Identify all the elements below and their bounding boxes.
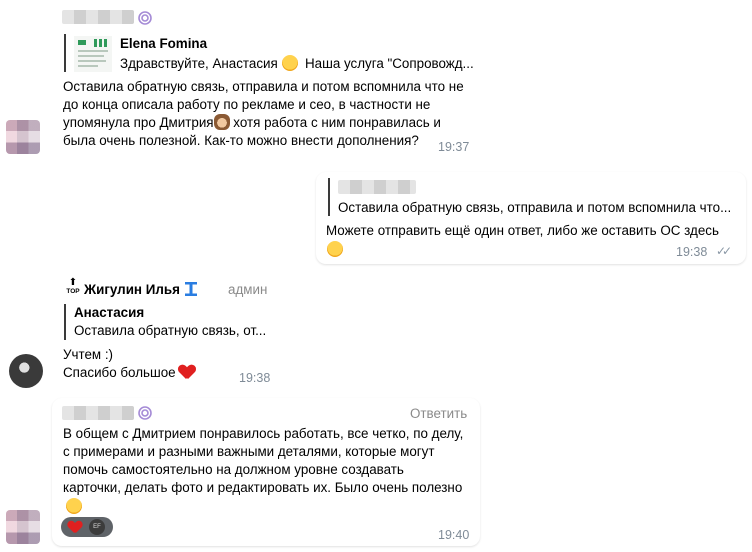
smile-emoji-icon: [281, 55, 298, 71]
reply-quote[interactable]: Оставила обратную связь, отправила и пот…: [328, 178, 731, 216]
message-time: 19:40: [438, 528, 470, 542]
message-time: 19:38: [676, 245, 708, 259]
message-text-line: Можете отправить ещё один ответ, либо же…: [326, 223, 719, 238]
message-bubble[interactable]: ⬆ TOP Жигулин Илья админ Анастасия Остав…: [52, 276, 280, 388]
heart-icon: [68, 521, 82, 534]
message-text-line: В общем с Дмитрием понравилось работать,…: [63, 426, 464, 441]
reply-author-blurred: [338, 180, 416, 194]
top-badge: ⬆ TOP: [66, 277, 80, 296]
message-text-line: до конца описала работу по рекламе и сео…: [63, 97, 431, 112]
reaction-chip[interactable]: EF: [61, 517, 113, 537]
message-bubble-outgoing[interactable]: Оставила обратную связь, отправила и пот…: [316, 172, 746, 264]
message-bubble[interactable]: Elena Fomina Здравствуйте, Анастасия Наш…: [52, 28, 480, 156]
message-text-line: Оставила обратную связь, отправила и пот…: [63, 79, 464, 94]
message-bubble[interactable]: Ответить В общем с Дмитрием понравилось …: [52, 398, 480, 546]
avatar[interactable]: [6, 120, 40, 154]
author-name[interactable]: Жигулин Илья: [84, 282, 180, 297]
reply-snippet: Оставила обратную связь, от...: [74, 323, 267, 338]
read-ticks-icon: ✓✓: [716, 244, 732, 258]
message-text-line: помочь самостоятельно на должном уровне …: [63, 462, 404, 477]
message-text-line: Учтем :): [63, 347, 114, 362]
reply-author: Анастасия: [74, 305, 145, 320]
relieved-emoji-icon: [66, 498, 82, 514]
message-time: 19:37: [438, 140, 470, 154]
sender-name-blurred[interactable]: [62, 406, 134, 420]
message-text-line: Спасибо большое: [63, 364, 195, 382]
reply-snippet: Здравствуйте, Анастасия Наша услуга "Соп…: [120, 55, 474, 71]
message-text-line: с примерами и разными важными деталями, …: [63, 444, 435, 459]
avatar[interactable]: [6, 510, 40, 544]
message-text-line: упомянула про Дмитрия хотя работа с ним …: [63, 114, 441, 130]
relieved-emoji-icon: [327, 241, 343, 257]
sender-name-blurred[interactable]: [62, 10, 134, 24]
message-time: 19:38: [239, 371, 271, 385]
spiral-icon: [138, 406, 152, 420]
message-text-line: карточки, делать фото и редактировать их…: [63, 480, 463, 495]
reply-quote[interactable]: Анастасия Оставила обратную связь, от...: [64, 304, 266, 340]
reply-thumbnail: [74, 36, 112, 72]
avatar[interactable]: [9, 354, 43, 388]
reply-button[interactable]: Ответить: [410, 406, 467, 421]
arrow-up-icon: ⬆: [68, 277, 78, 288]
reaction-avatar: EF: [89, 519, 105, 535]
reply-author: Elena Fomina: [120, 36, 208, 51]
role-badge: админ: [228, 282, 268, 297]
reply-quote[interactable]: Elena Fomina Здравствуйте, Анастасия Наш…: [64, 34, 474, 72]
cursor-icon: [185, 282, 197, 296]
see-no-evil-monkey-icon: [213, 114, 230, 130]
reply-snippet: Оставила обратную связь, отправила и пот…: [338, 200, 732, 215]
heart-icon: [179, 365, 195, 380]
spiral-icon: [138, 11, 152, 25]
message-text-line: была очень полезной. Как-то можно внести…: [63, 133, 419, 148]
